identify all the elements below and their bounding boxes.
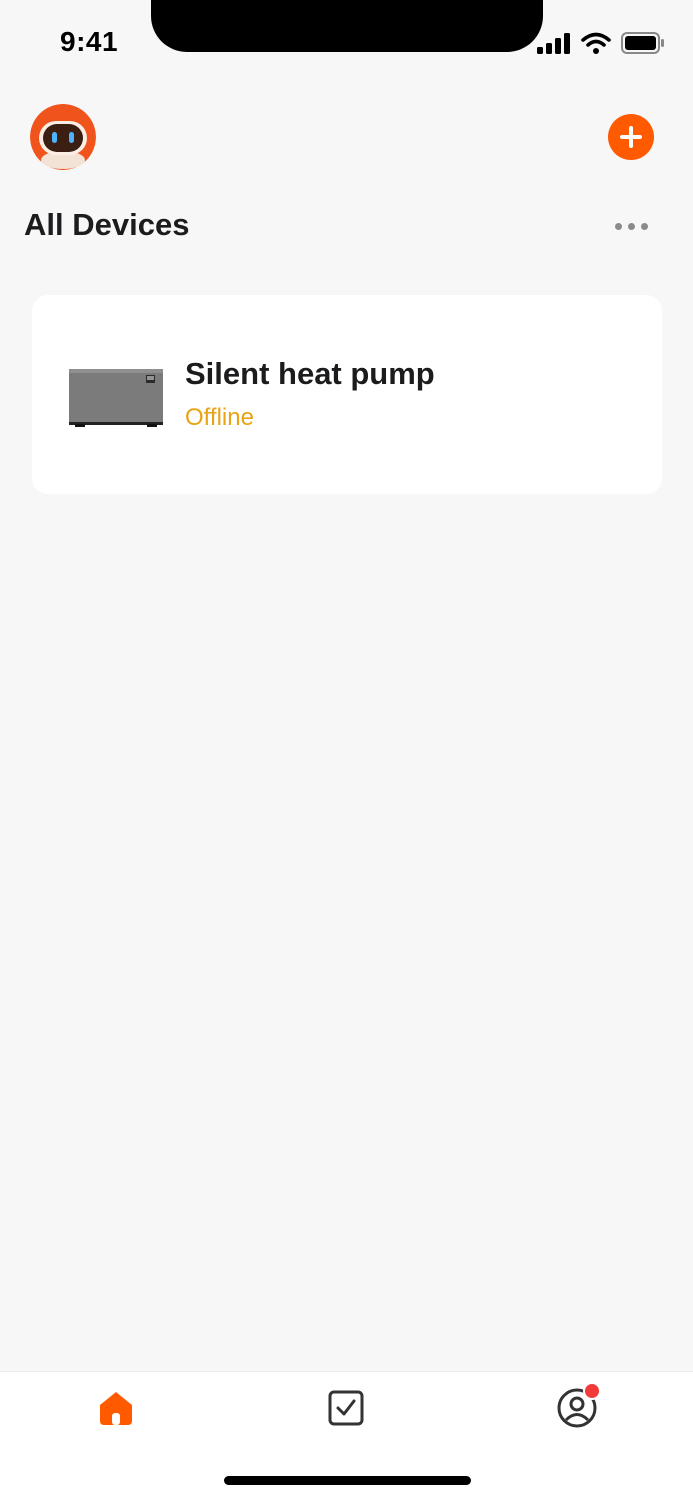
- wifi-icon: [581, 32, 611, 54]
- add-device-button[interactable]: [608, 114, 654, 160]
- status-icons: [537, 32, 665, 54]
- tab-home[interactable]: [92, 1384, 140, 1432]
- ellipsis-icon: [614, 222, 622, 230]
- home-icon: [100, 1392, 132, 1425]
- device-name: Silent heat pump: [185, 356, 435, 391]
- page-title: All Devices: [24, 207, 190, 242]
- status-bar: 9:41: [0, 0, 693, 90]
- home-indicator: [224, 1476, 471, 1485]
- robot-avatar-icon: [30, 104, 96, 170]
- battery-icon: [621, 32, 664, 54]
- checkbox-icon: [328, 1390, 364, 1426]
- tab-bar: [0, 1371, 693, 1501]
- avatar[interactable]: [30, 104, 96, 170]
- status-time: 9:41: [60, 26, 119, 57]
- signal-icon: [537, 33, 570, 54]
- device-status: Offline: [185, 404, 254, 431]
- camera-notch: [151, 0, 543, 52]
- heat-pump-icon: [69, 369, 163, 427]
- tab-scenes[interactable]: [322, 1384, 370, 1432]
- device-card[interactable]: Silent heat pump Offline: [32, 295, 662, 494]
- notification-badge: [583, 1382, 601, 1400]
- more-options-button[interactable]: [607, 212, 655, 240]
